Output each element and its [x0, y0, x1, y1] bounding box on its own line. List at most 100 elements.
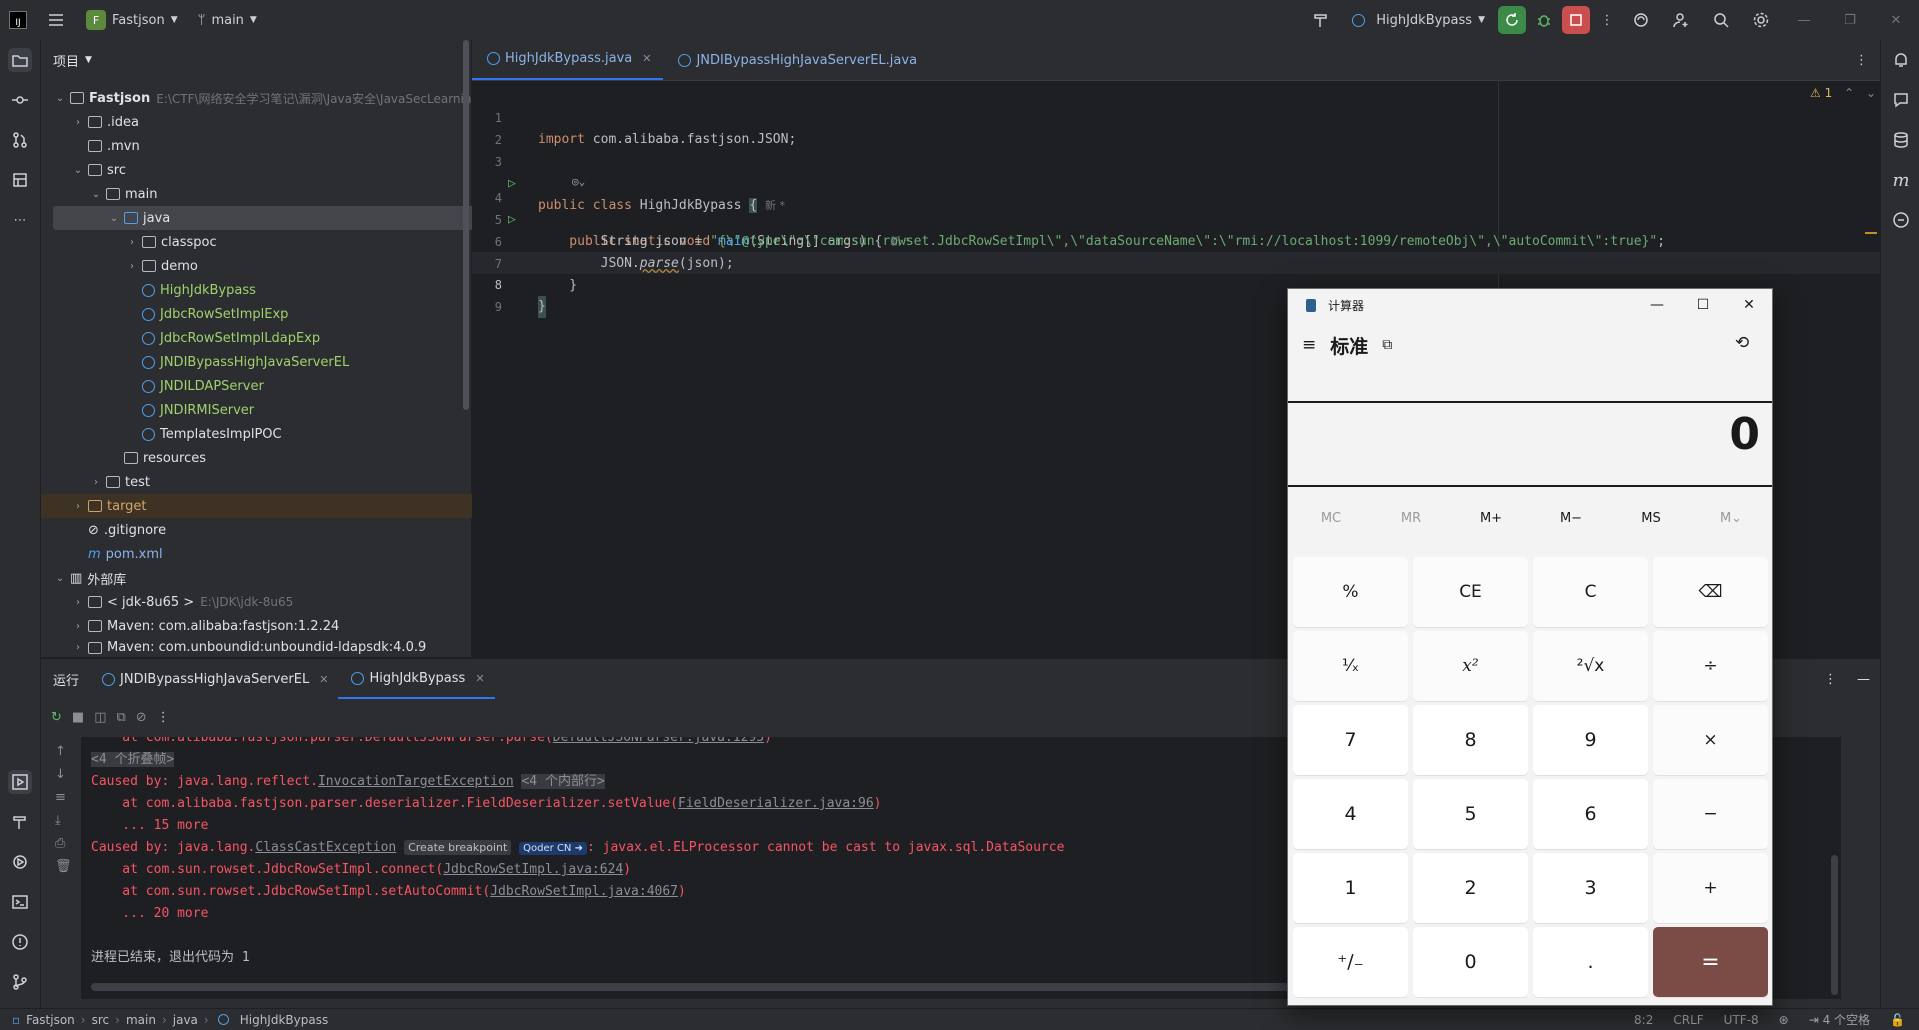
tree-item-main[interactable]: ⌄ main	[41, 182, 519, 206]
folded-frames[interactable]: <4 个内部行>	[521, 774, 605, 789]
exception-link[interactable]: InvocationTargetException	[318, 774, 514, 789]
breadcrumb-item[interactable]: src	[92, 1013, 110, 1027]
calculator-titlebar[interactable]: 计算器 — ☐ ✕	[1288, 289, 1772, 321]
tree-item-external-libs[interactable]: ⌄ ▥ 外部库	[41, 566, 483, 590]
run-config-selector[interactable]: HighJdkBypass ▼	[1339, 6, 1495, 34]
run-tab-active[interactable]: HighJdkBypass ✕	[338, 659, 495, 699]
more-vertical-icon[interactable]: ⋮	[1814, 659, 1847, 699]
ai-assistant-icon[interactable]	[1621, 6, 1661, 34]
digit-4-button[interactable]: 4	[1293, 779, 1408, 849]
more-vertical-icon[interactable]: ⋮	[157, 710, 170, 725]
subtract-button[interactable]: −	[1653, 779, 1768, 849]
percent-button[interactable]: %	[1293, 557, 1408, 627]
lock-icon[interactable]: 🔓	[1890, 1013, 1905, 1027]
chevron-right-icon[interactable]: ›	[71, 597, 85, 608]
project-panel-header[interactable]: 项目 ▼	[41, 40, 471, 80]
folded-frames[interactable]: <4 个折叠帧>	[91, 752, 175, 767]
trash-icon[interactable]: 🗑	[55, 859, 75, 874]
minimize-window-icon[interactable]: —	[1781, 6, 1827, 34]
digit-1-button[interactable]: 1	[1293, 853, 1408, 923]
backspace-button[interactable]: ⌫	[1653, 557, 1768, 627]
file-encoding[interactable]: UTF-8	[1724, 1013, 1759, 1027]
editor-tab-active[interactable]: HighJdkBypass.java ✕	[472, 39, 664, 80]
tree-item-library[interactable]: › Maven: com.unboundid:unboundid-ldapsdk…	[41, 638, 501, 657]
hide-panel-icon[interactable]: —	[1847, 659, 1880, 699]
add-user-icon[interactable]	[1661, 6, 1701, 34]
tree-item-mvn[interactable]: .mvn	[41, 134, 501, 158]
multiply-button[interactable]: ×	[1653, 705, 1768, 775]
breadcrumb-item[interactable]: java	[173, 1013, 198, 1027]
run-tab[interactable]: JNDIBypassHighJavaServerEL ✕	[89, 659, 338, 699]
history-icon[interactable]: ⟲	[1735, 333, 1749, 353]
digit-5-button[interactable]: 5	[1413, 779, 1528, 849]
chevron-down-icon[interactable]: ⌄	[71, 165, 85, 176]
memory-store-button[interactable]: MS	[1621, 511, 1681, 526]
error-stripe-mark[interactable]	[1865, 232, 1877, 234]
line-separator[interactable]: CRLF	[1673, 1013, 1703, 1027]
services-icon[interactable]	[8, 850, 32, 874]
digit-0-button[interactable]: 0	[1413, 927, 1528, 997]
create-breakpoint-button[interactable]: Create breakpoint	[404, 840, 512, 855]
memory-list-button[interactable]: M⌄	[1701, 511, 1761, 526]
database-icon[interactable]	[1889, 128, 1913, 152]
decimal-button[interactable]: .	[1533, 927, 1648, 997]
add-button[interactable]: +	[1653, 853, 1768, 923]
chevron-right-icon[interactable]: ›	[125, 237, 139, 248]
digit-6-button[interactable]: 6	[1533, 779, 1648, 849]
close-tab-icon[interactable]: ✕	[642, 52, 651, 65]
branch-switcher[interactable]: ᛘ main ▼	[188, 6, 267, 34]
indent-setting[interactable]: ⇥ 4 个空格	[1809, 1011, 1870, 1028]
clear-button[interactable]: C	[1533, 557, 1648, 627]
clear-entry-button[interactable]: CE	[1413, 557, 1528, 627]
memory-recall-button[interactable]: MR	[1381, 511, 1441, 526]
project-switcher[interactable]: F Fastjson ▼	[76, 6, 188, 34]
breadcrumb-item[interactable]: main	[126, 1013, 156, 1027]
tree-item-jdk[interactable]: › < jdk-8u65 > E:\JDK\jdk-8u65	[41, 590, 501, 614]
main-menu-icon[interactable]	[36, 6, 76, 34]
breadcrumb-item[interactable]: Fastjson	[26, 1013, 75, 1027]
git-icon[interactable]	[8, 970, 32, 994]
chevron-right-icon[interactable]: ›	[71, 117, 85, 128]
more-vertical-icon[interactable]: ⋮	[1593, 6, 1621, 34]
qoder-button[interactable]: Qoder CN ➜	[519, 842, 587, 855]
maven-icon[interactable]: m	[1889, 168, 1913, 192]
stack-link[interactable]: FieldDeserializer.java:96	[678, 796, 874, 811]
cursor-position[interactable]: 8:2	[1634, 1013, 1653, 1027]
square-button[interactable]: x²	[1413, 631, 1528, 701]
stack-link[interactable]: JdbcRowSetImpl.java:4067	[490, 884, 678, 899]
keep-on-top-icon[interactable]: ⧉	[1382, 337, 1392, 353]
print-icon[interactable]: ⎙	[55, 836, 75, 851]
negate-button[interactable]: ⁺∕₋	[1293, 927, 1408, 997]
tree-item-test[interactable]: › test	[41, 470, 519, 494]
chevron-down-icon[interactable]: ⌄	[89, 189, 103, 200]
search-icon[interactable]	[1701, 6, 1741, 34]
console-line[interactable]: <4 个折叠帧>	[91, 749, 175, 771]
tree-item-gitignore[interactable]: ⊘ .gitignore	[41, 518, 515, 542]
exception-link[interactable]: ClassCastException	[255, 840, 396, 855]
console-vertical-scrollbar[interactable]	[1831, 855, 1838, 995]
chevron-right-icon[interactable]: ›	[71, 621, 85, 632]
screenshot-icon[interactable]: ◫	[94, 710, 106, 725]
project-scrollbar[interactable]	[463, 40, 469, 410]
memory-clear-button[interactable]: MC	[1301, 511, 1361, 526]
notifications-bell-icon[interactable]	[1889, 48, 1913, 72]
arrow-up-icon[interactable]: ↑	[55, 744, 75, 759]
chevron-right-icon[interactable]: ›	[89, 477, 103, 488]
editor-tab[interactable]: JNDIBypassHighJavaServerEL.java	[663, 41, 929, 80]
problems-icon[interactable]	[8, 930, 32, 954]
stack-link[interactable]: DefaultJSONParser.java:1293	[553, 737, 764, 745]
tree-item-target[interactable]: › target	[41, 494, 501, 518]
stack-link[interactable]: JdbcRowSetImpl.java:624	[443, 862, 623, 877]
digit-2-button[interactable]: 2	[1413, 853, 1528, 923]
maximize-window-icon[interactable]: ☐	[1680, 297, 1726, 313]
chevron-right-icon[interactable]: ›	[125, 261, 139, 272]
terminal-icon[interactable]	[8, 890, 32, 914]
digit-8-button[interactable]: 8	[1413, 705, 1528, 775]
clear-icon[interactable]: ⊘	[136, 710, 147, 725]
build-hammer-icon[interactable]	[1303, 6, 1339, 34]
close-window-icon[interactable]: ✕	[1873, 6, 1919, 34]
chevron-right-icon[interactable]: ›	[71, 501, 85, 512]
hamburger-menu-icon[interactable]: ≡	[1302, 335, 1316, 355]
git-icon[interactable]: ⊛	[1779, 1013, 1789, 1027]
memory-add-button[interactable]: M+	[1461, 511, 1521, 526]
